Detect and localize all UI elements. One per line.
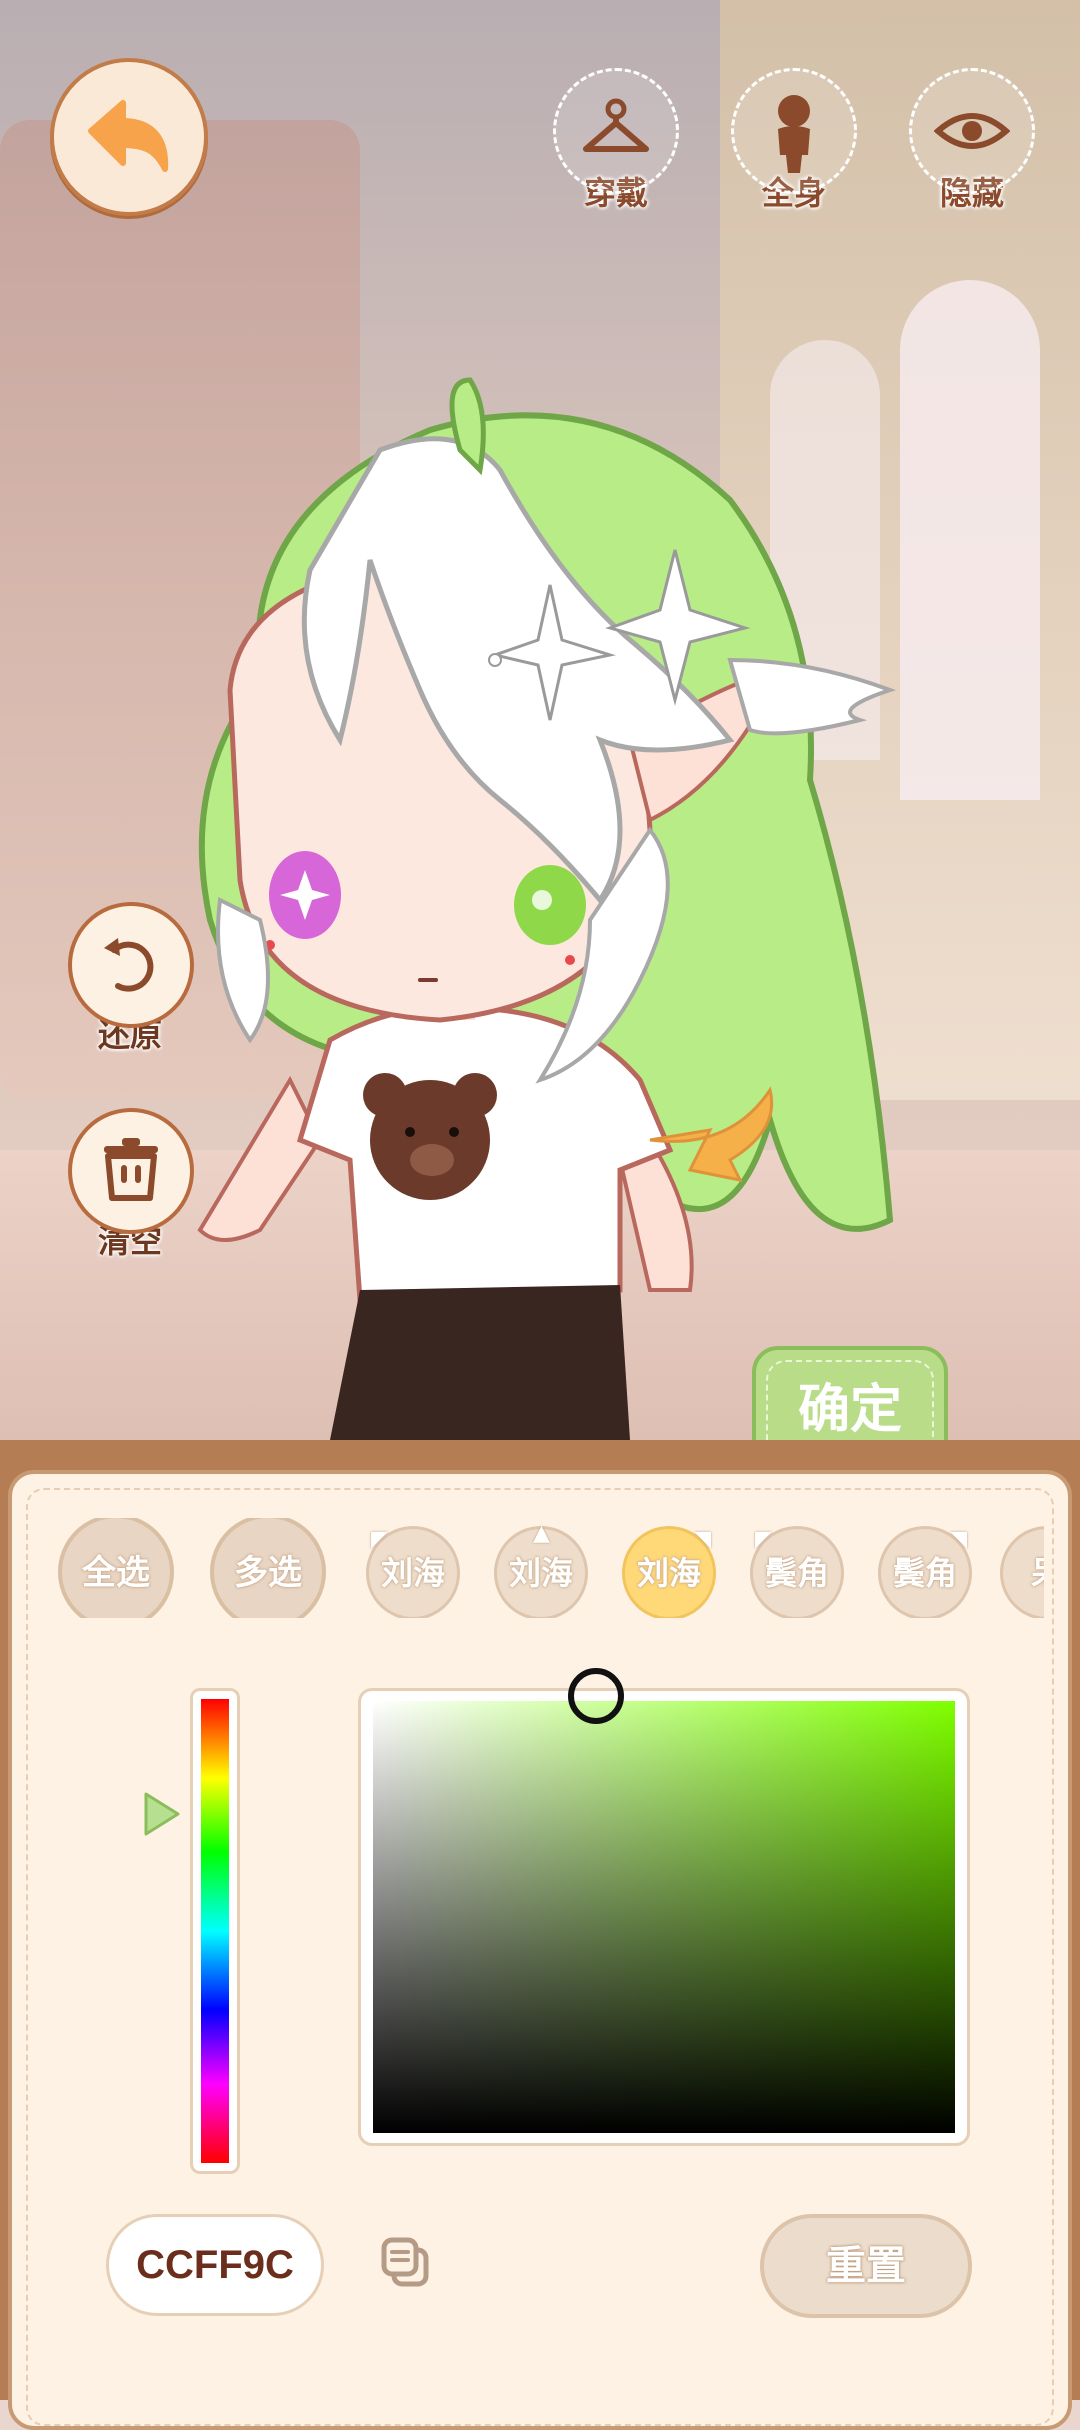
chip-label: 刘海 xyxy=(508,1554,573,1592)
multi-select-label: 多选 xyxy=(234,1553,302,1593)
chip-bangs-left[interactable]: ◤ 刘海 xyxy=(366,1526,460,1618)
full-body-icon xyxy=(778,95,810,173)
copy-icon[interactable] xyxy=(378,2234,434,2290)
hanger-icon xyxy=(583,98,649,152)
chip-label: 刘海 xyxy=(636,1554,701,1592)
select-all-label: 全选 xyxy=(82,1553,150,1593)
color-cursor[interactable] xyxy=(568,1668,624,1724)
eye-icon xyxy=(934,113,1010,149)
saturation-value-picker[interactable] xyxy=(358,1688,970,2146)
hue-slider[interactable] xyxy=(190,1688,240,2174)
part-selector-row: 全选 多选 ◤ 刘海 ▲ 刘海 ◥ 刘海 ◤ 鬓角 ◥ 鬓角 呆 xyxy=(58,1518,1044,1618)
back-button[interactable] xyxy=(50,58,208,216)
wear-button[interactable]: 穿戴 xyxy=(553,68,679,214)
chip-label: 刘海 xyxy=(380,1554,445,1592)
saturation-value-gradient xyxy=(373,1701,955,2133)
chip-sideburn-right[interactable]: ◥ 鬓角 xyxy=(878,1526,972,1618)
chip-partial[interactable]: 呆 xyxy=(1000,1526,1044,1618)
top-arrow-icon: ▲ xyxy=(533,1521,550,1546)
trash-icon xyxy=(104,1138,158,1201)
chip-sideburn-left[interactable]: ◤ 鬓角 xyxy=(750,1526,844,1618)
back-arrow-icon xyxy=(88,100,169,172)
chip-bangs-center[interactable]: ▲ 刘海 xyxy=(494,1521,588,1618)
restore-icon xyxy=(104,938,154,992)
corner-arrow-icon: ◥ xyxy=(950,1527,967,1552)
chip-bangs-right[interactable]: ◥ 刘海 xyxy=(622,1526,716,1618)
reset-label: 重置 xyxy=(826,2243,906,2289)
corner-arrow-icon: ◥ xyxy=(694,1527,711,1552)
hide-button[interactable]: 隐藏 xyxy=(909,68,1035,214)
hue-gradient xyxy=(201,1699,229,2163)
select-all-chip[interactable]: 全选 xyxy=(58,1518,174,1618)
confirm-label: 确定 xyxy=(797,1380,902,1440)
chip-label: 呆 xyxy=(1031,1554,1044,1592)
multi-select-chip[interactable]: 多选 xyxy=(210,1518,326,1618)
hex-value: CCFF9C xyxy=(136,2243,294,2287)
hue-pointer-icon[interactable] xyxy=(140,1790,182,1838)
full-body-button[interactable]: 全身 xyxy=(731,68,857,214)
hex-value-field[interactable]: CCFF9C xyxy=(106,2214,324,2316)
corner-arrow-icon: ◤ xyxy=(371,1527,388,1552)
reset-button[interactable]: 重置 xyxy=(760,2214,972,2318)
character-avatar[interactable] xyxy=(170,360,1000,1440)
chip-label: 鬓角 xyxy=(764,1554,829,1592)
chip-label: 鬓角 xyxy=(892,1554,957,1592)
corner-arrow-icon: ◤ xyxy=(755,1527,772,1552)
